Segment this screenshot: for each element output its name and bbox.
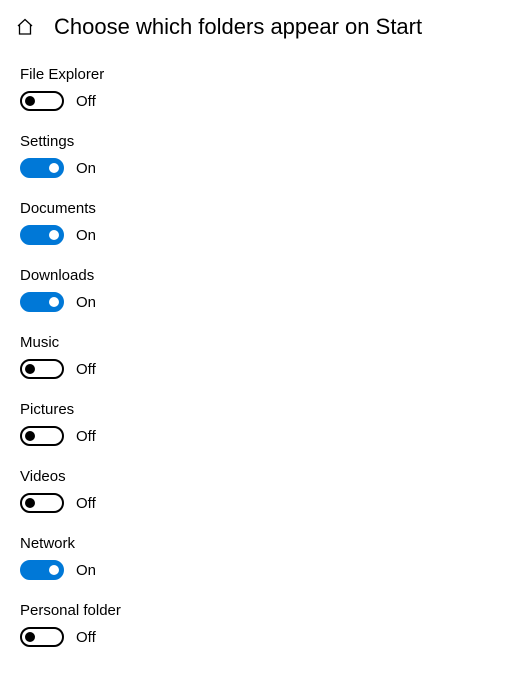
page-title: Choose which folders appear on Start	[54, 14, 422, 40]
toggle-personal-folder[interactable]	[20, 627, 64, 647]
toggle-state-videos: Off	[76, 495, 96, 512]
toggle-row-videos: Off	[20, 493, 527, 513]
toggle-row-music: Off	[20, 359, 527, 379]
toggle-state-personal-folder: Off	[76, 629, 96, 646]
toggle-documents[interactable]	[20, 225, 64, 245]
toggle-network[interactable]	[20, 560, 64, 580]
toggle-downloads[interactable]	[20, 292, 64, 312]
toggle-videos[interactable]	[20, 493, 64, 513]
setting-label-downloads: Downloads	[20, 267, 527, 284]
setting-label-network: Network	[20, 535, 527, 552]
toggle-state-downloads: On	[76, 294, 96, 311]
toggle-state-settings: On	[76, 160, 96, 177]
toggle-knob-icon	[49, 565, 59, 575]
toggle-knob-icon	[49, 297, 59, 307]
setting-documents: Documents On	[20, 200, 527, 245]
setting-music: Music Off	[20, 334, 527, 379]
setting-label-pictures: Pictures	[20, 401, 527, 418]
setting-label-file-explorer: File Explorer	[20, 66, 527, 83]
setting-label-personal-folder: Personal folder	[20, 602, 527, 619]
setting-label-documents: Documents	[20, 200, 527, 217]
toggle-row-settings: On	[20, 158, 527, 178]
setting-label-videos: Videos	[20, 468, 527, 485]
toggle-pictures[interactable]	[20, 426, 64, 446]
toggle-row-documents: On	[20, 225, 527, 245]
toggle-row-personal-folder: Off	[20, 627, 527, 647]
toggle-state-network: On	[76, 562, 96, 579]
toggle-row-downloads: On	[20, 292, 527, 312]
setting-videos: Videos Off	[20, 468, 527, 513]
setting-pictures: Pictures Off	[20, 401, 527, 446]
toggle-knob-icon	[25, 632, 35, 642]
home-icon[interactable]	[14, 16, 36, 38]
toggle-row-file-explorer: Off	[20, 91, 527, 111]
toggle-settings[interactable]	[20, 158, 64, 178]
toggle-knob-icon	[25, 431, 35, 441]
settings-list: File ExplorerOffSettingsOnDocumentsOnDow…	[0, 50, 527, 647]
toggle-row-network: On	[20, 560, 527, 580]
toggle-state-file-explorer: Off	[76, 93, 96, 110]
setting-settings: Settings On	[20, 133, 527, 178]
toggle-file-explorer[interactable]	[20, 91, 64, 111]
setting-downloads: Downloads On	[20, 267, 527, 312]
toggle-knob-icon	[49, 163, 59, 173]
toggle-state-documents: On	[76, 227, 96, 244]
setting-label-settings: Settings	[20, 133, 527, 150]
setting-file-explorer: File Explorer Off	[20, 66, 527, 111]
setting-label-music: Music	[20, 334, 527, 351]
toggle-knob-icon	[25, 498, 35, 508]
toggle-knob-icon	[25, 96, 35, 106]
page-header: Choose which folders appear on Start	[0, 0, 527, 50]
toggle-state-music: Off	[76, 361, 96, 378]
toggle-knob-icon	[25, 364, 35, 374]
toggle-music[interactable]	[20, 359, 64, 379]
toggle-knob-icon	[49, 230, 59, 240]
toggle-state-pictures: Off	[76, 428, 96, 445]
setting-network: Network On	[20, 535, 527, 580]
setting-personal-folder: Personal folder Off	[20, 602, 527, 647]
toggle-row-pictures: Off	[20, 426, 527, 446]
